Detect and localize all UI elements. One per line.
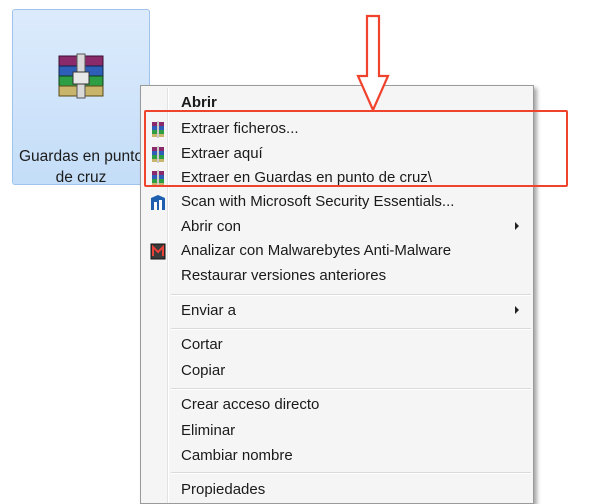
menu-item-label: Restaurar versiones anteriores — [181, 267, 387, 284]
menu-item-label: Abrir — [181, 94, 217, 111]
file-name-line1: Guardas en punto — [19, 148, 144, 165]
winrar-archive-icon — [58, 53, 104, 99]
down-arrow-annotation — [356, 14, 390, 112]
security-essentials-icon — [151, 195, 165, 210]
menu-separator — [171, 294, 531, 296]
menu-item-cortar[interactable]: Cortar — [143, 333, 531, 357]
menu-item-eliminar[interactable]: Eliminar — [143, 419, 531, 443]
menu-item-cambiar-nombre[interactable]: Cambiar nombre — [143, 444, 531, 468]
menu-item-enviar-a[interactable]: Enviar a — [143, 299, 531, 323]
menu-item-abrir-con[interactable]: Abrir con — [143, 215, 531, 239]
desktop-file-icon[interactable]: Guardas en punto de cruz — [12, 9, 150, 186]
menu-separator — [171, 328, 531, 330]
menu-item-label: Crear acceso directo — [181, 396, 320, 413]
menu-item-copiar[interactable]: Copiar — [143, 359, 531, 383]
highlight-annotation — [144, 110, 568, 187]
menu-item-label: Abrir con — [181, 218, 242, 235]
menu-item-malwarebytes[interactable]: Analizar con Malwarebytes Anti-Malware — [143, 239, 531, 263]
menu-item-label: Enviar a — [181, 302, 237, 319]
menu-separator — [171, 388, 531, 390]
menu-item-scan-security-essentials[interactable]: Scan with Microsoft Security Essentials.… — [143, 190, 531, 214]
file-name-line2: de cruz — [55, 169, 107, 186]
menu-item-label: Cortar — [181, 336, 223, 353]
menu-item-label: Propiedades — [181, 481, 266, 498]
malwarebytes-icon — [150, 243, 166, 260]
menu-item-label: Copiar — [181, 362, 226, 379]
menu-item-restaurar-versiones[interactable]: Restaurar versiones anteriores — [143, 264, 531, 288]
menu-item-label: Analizar con Malwarebytes Anti-Malware — [181, 242, 452, 259]
menu-item-label: Scan with Microsoft Security Essentials.… — [181, 193, 455, 210]
menu-item-label: Eliminar — [181, 422, 236, 439]
menu-item-propiedades[interactable]: Propiedades — [143, 478, 531, 502]
menu-item-crear-acceso-directo[interactable]: Crear acceso directo — [143, 393, 531, 417]
submenu-arrow-icon — [515, 306, 519, 314]
menu-item-label: Cambiar nombre — [181, 447, 293, 464]
menu-separator — [171, 472, 531, 474]
submenu-arrow-icon — [515, 222, 519, 230]
